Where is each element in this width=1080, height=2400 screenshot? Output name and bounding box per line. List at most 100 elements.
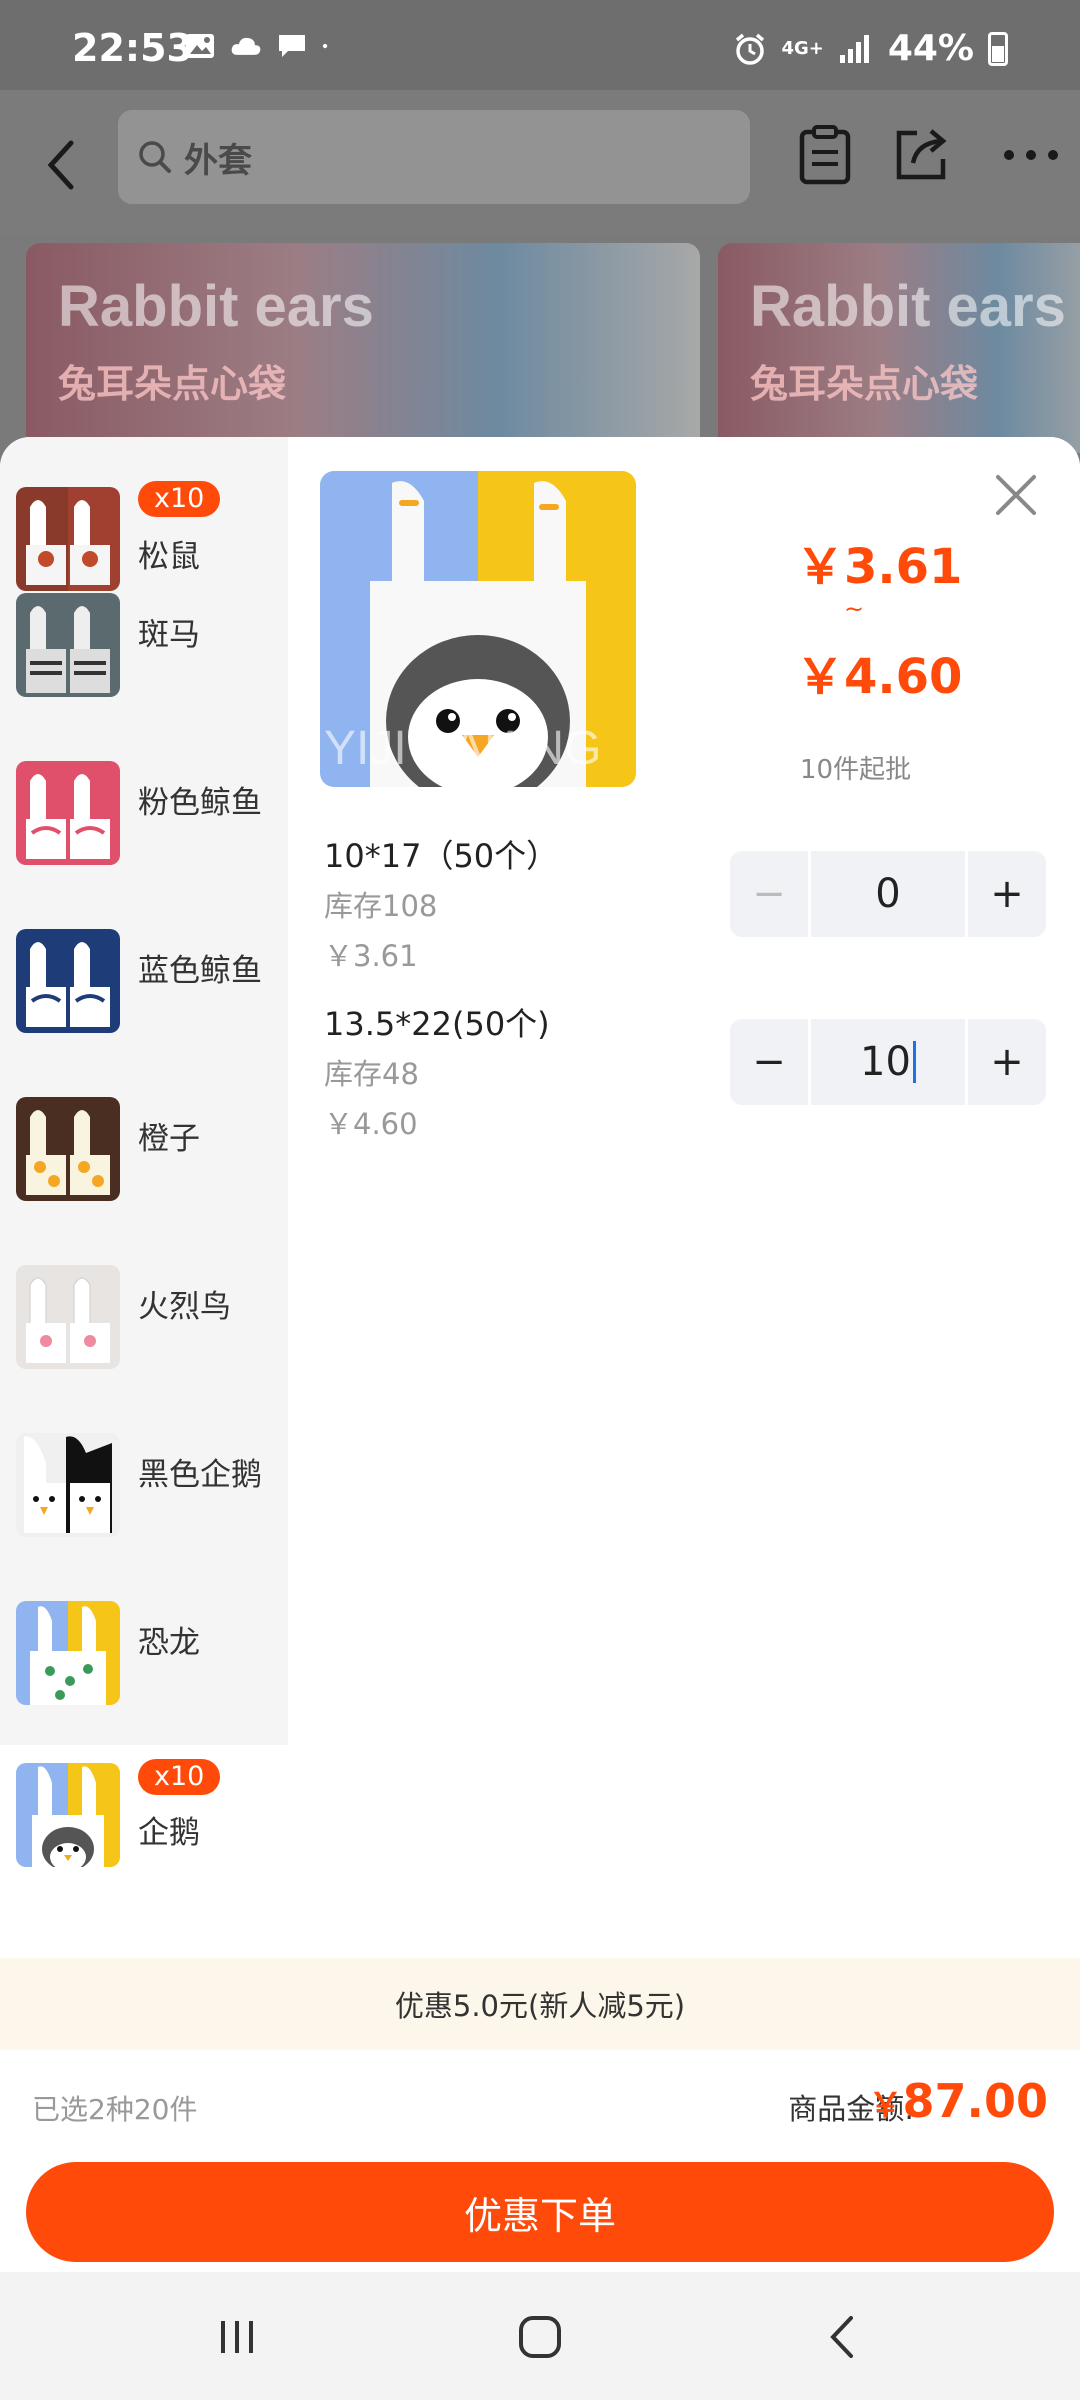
increment-button[interactable]: + xyxy=(968,1019,1046,1105)
network-label: 4G+ xyxy=(781,38,824,59)
quantity-value: 0 xyxy=(875,871,901,917)
promo-text: 优惠5.0元(新人减5元) xyxy=(394,1989,686,2023)
banner-title: Rabbit ears xyxy=(750,274,1066,339)
min-order-label: 10件起批 xyxy=(800,755,912,785)
more-dots-icon xyxy=(1004,150,1058,160)
decrement-button[interactable]: − xyxy=(730,851,808,937)
sidebar-item-label: 粉色鲸鱼 xyxy=(138,785,262,821)
alarm-icon xyxy=(736,33,765,65)
sidebar-item-flamingo[interactable]: 火烈鸟 xyxy=(0,1259,288,1427)
variant-name: 10*17（50个） xyxy=(324,837,559,875)
quantity-input[interactable]: 10 xyxy=(808,1019,968,1105)
recent-apps-button[interactable] xyxy=(202,2302,272,2372)
search-text: 外套 xyxy=(184,140,252,181)
variant-price: ￥4.60 xyxy=(324,1107,418,1141)
banner-subtitle: 兔耳朵点心袋 xyxy=(750,362,979,406)
sidebar-item-label: 蓝色鲸鱼 xyxy=(138,953,262,989)
banner-image[interactable]: Rabbit ears 兔耳朵点心袋 xyxy=(26,243,700,453)
page-header: 外套 xyxy=(0,90,1080,235)
thumb-black-penguin xyxy=(16,1433,120,1537)
thumb-dinosaur xyxy=(16,1601,120,1705)
variant-row: 13.5*22(50个) 库存48 ￥4.60 − 10 + xyxy=(324,999,1064,1149)
sidebar-item-dinosaur[interactable]: 恐龙 xyxy=(0,1595,288,1763)
thumb-zebra xyxy=(16,593,120,697)
variant-stock: 库存48 xyxy=(324,1057,419,1091)
cloud-icon xyxy=(231,37,261,55)
quantity-stepper: − 0 + xyxy=(730,851,1046,937)
dot-icon xyxy=(322,43,328,49)
quantity-stepper: − 10 + xyxy=(730,1019,1046,1105)
decrement-button[interactable]: − xyxy=(730,1019,808,1105)
search-input[interactable]: 外套 xyxy=(118,110,750,204)
close-icon xyxy=(996,475,1036,515)
variant-price: ￥3.61 xyxy=(324,939,418,973)
status-bar: 22:53 4G+ 44% xyxy=(0,0,1080,90)
sidebar-item-label: 橙子 xyxy=(138,1121,200,1157)
increment-button[interactable]: + xyxy=(968,851,1046,937)
place-order-button[interactable]: 优惠下单 xyxy=(26,2162,1054,2262)
nav-back-icon xyxy=(830,2316,853,2358)
price-max: ￥4.60 xyxy=(796,649,963,705)
sidebar-item-label: 企鹅 xyxy=(138,1815,200,1851)
banner-subtitle: 兔耳朵点心袋 xyxy=(58,362,287,406)
sidebar-item-label: 黑色企鹅 xyxy=(138,1457,262,1493)
sidebar-item-zebra[interactable]: 斑马 xyxy=(0,587,288,755)
product-image[interactable]: YIJI BAKING xyxy=(320,471,636,787)
notification-icons xyxy=(184,32,336,60)
sidebar-item-blue-whale[interactable]: 蓝色鲸鱼 xyxy=(0,923,288,1091)
gallery-icon xyxy=(186,34,214,58)
selected-count: 已选2种20件 xyxy=(32,2093,198,2126)
share-icon xyxy=(896,129,947,180)
quantity-input[interactable]: 0 xyxy=(808,851,968,937)
variant-row: 10*17（50个） 库存108 ￥3.61 − 0 + xyxy=(324,831,1064,981)
sidebar-item-black-penguin[interactable]: 黑色企鹅 xyxy=(0,1427,288,1595)
status-time: 22:53 xyxy=(72,26,193,70)
sidebar-item-label: 恐龙 xyxy=(138,1625,200,1661)
clipboard-button[interactable] xyxy=(790,120,860,190)
close-button[interactable] xyxy=(988,467,1044,523)
thumb-orange xyxy=(16,1097,120,1201)
sidebar-item-label: 火烈鸟 xyxy=(138,1289,231,1325)
quantity-value: 10 xyxy=(860,1039,911,1085)
quantity-badge: x10 xyxy=(138,481,221,517)
currency-symbol: ￥ xyxy=(868,2086,903,2126)
image-watermark: YIJI BAKING xyxy=(324,722,602,775)
system-nav-bar xyxy=(0,2272,1080,2400)
variant-sidebar: x10 松鼠 斑马 粉色鲸鱼 蓝色鲸鱼 橙子 火烈鸟 黑色企鹅 恐龙 xyxy=(0,437,288,1811)
price-range-separator: ~ xyxy=(844,595,865,623)
banner-strip: Rabbit ears 兔耳朵点心袋 Rabbit ears 兔耳朵点心袋 xyxy=(0,235,1080,453)
sidebar-item-orange[interactable]: 橙子 xyxy=(0,1091,288,1259)
sidebar-item-label: 松鼠 xyxy=(138,539,200,575)
variant-name: 13.5*22(50个) xyxy=(324,1005,550,1043)
clipboard-icon xyxy=(799,125,851,185)
sku-content: YIJI BAKING ￥3.61 ~ ￥4.60 10件起批 10*17（50… xyxy=(288,437,1080,1811)
thumb-blue-whale xyxy=(16,929,120,1033)
text-cursor xyxy=(912,1041,916,1083)
back-button[interactable] xyxy=(36,125,86,205)
home-button[interactable] xyxy=(505,2302,575,2372)
message-icon xyxy=(279,35,305,57)
back-arrow-icon xyxy=(47,140,74,190)
thumb-pink-whale xyxy=(16,761,120,865)
variant-stock: 库存108 xyxy=(324,889,438,923)
thumb-penguin xyxy=(16,1763,120,1867)
price-min: ￥3.61 xyxy=(796,539,963,595)
more-button[interactable] xyxy=(996,120,1066,190)
sidebar-item-pink-whale[interactable]: 粉色鲸鱼 xyxy=(0,755,288,923)
total-value: 87.00 xyxy=(902,2074,1048,2128)
search-icon xyxy=(139,141,171,173)
recent-apps-icon xyxy=(221,2321,253,2353)
banner-image[interactable]: Rabbit ears 兔耳朵点心袋 xyxy=(718,243,1080,453)
sidebar-item-squirrel[interactable]: x10 松鼠 xyxy=(0,437,288,591)
quantity-badge: x10 xyxy=(138,1759,221,1795)
nav-back-button[interactable] xyxy=(808,2302,878,2372)
share-button[interactable] xyxy=(886,120,956,190)
home-icon xyxy=(519,2316,561,2358)
signal-icon xyxy=(839,34,869,63)
sidebar-item-penguin[interactable]: x10 企鹅 xyxy=(0,1745,288,1965)
battery-percent: 44% xyxy=(887,28,974,69)
sidebar-item-label: 斑马 xyxy=(138,617,200,653)
promo-banner: 优惠5.0元(新人减5元) xyxy=(0,1958,1080,2050)
total-amount: ￥87.00 xyxy=(868,2074,1048,2128)
battery-icon xyxy=(988,31,1008,66)
